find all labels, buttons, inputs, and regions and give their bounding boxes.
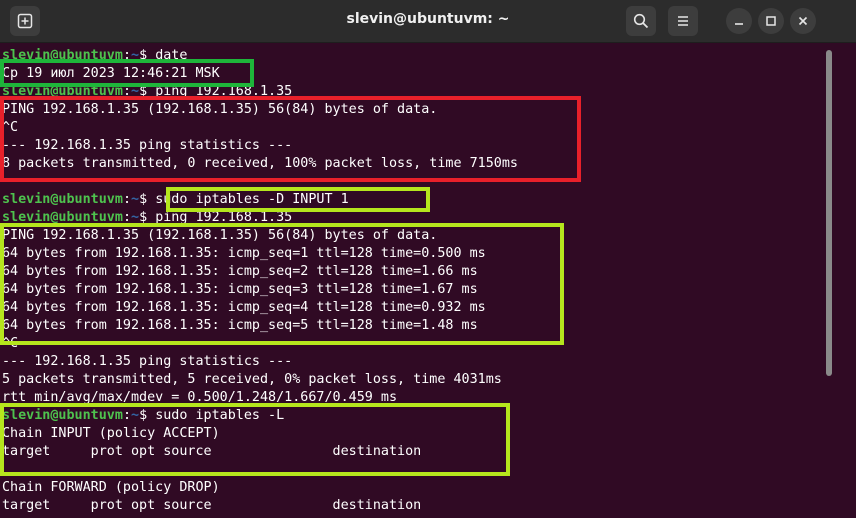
prompt-user: slevin@ubuntuvm: [2, 192, 123, 207]
prompt-symbol: $: [139, 192, 156, 207]
search-icon: [633, 13, 649, 29]
minimize-button[interactable]: [726, 8, 752, 34]
output-line: --- 192.168.1.35 ping statistics ---: [2, 354, 293, 369]
scrollbar[interactable]: [826, 50, 832, 376]
highlight-box-ping-fail: [0, 96, 581, 182]
hamburger-menu-icon: [675, 13, 691, 29]
close-icon: [797, 15, 809, 27]
maximize-button[interactable]: [758, 8, 784, 34]
output-line: Chain FORWARD (policy DROP): [2, 480, 220, 495]
menu-button[interactable]: [668, 6, 698, 36]
minimize-icon: [733, 15, 745, 27]
title-bar: slevin@ubuntuvm: ~: [0, 0, 856, 43]
prompt-separator: :: [122, 192, 131, 207]
prompt-path: ~: [131, 192, 140, 207]
highlight-box-iptables-list: [0, 403, 510, 476]
highlight-box-date: [0, 59, 254, 87]
close-button[interactable]: [790, 8, 816, 34]
highlight-box-iptables-delete: [166, 187, 430, 212]
output-line: 5 packets transmitted, 5 received, 0% pa…: [2, 372, 502, 387]
maximize-icon: [765, 15, 777, 27]
highlight-box-ping-success: [0, 223, 564, 345]
search-button[interactable]: [626, 6, 656, 36]
output-line: target prot opt source destination: [2, 498, 422, 513]
